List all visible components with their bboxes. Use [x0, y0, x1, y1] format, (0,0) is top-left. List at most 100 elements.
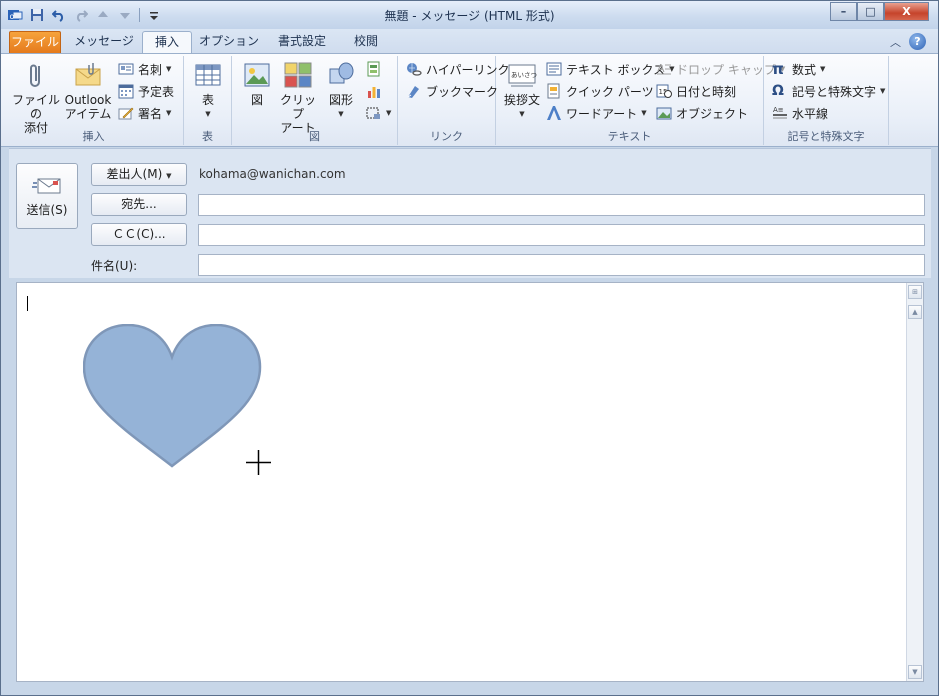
dropdown-arrow-icon: ▼ — [641, 109, 647, 117]
object-label: オブジェクト — [676, 106, 749, 121]
chart-button[interactable] — [366, 82, 382, 100]
group-table-label: 表 — [202, 130, 213, 143]
object-icon — [656, 107, 672, 120]
clipart-button[interactable]: クリップ アート — [276, 60, 320, 135]
signature-button[interactable]: 署名 ▼ — [118, 104, 171, 122]
bookmark-icon — [407, 86, 419, 98]
from-label: 差出人(M) — [106, 167, 163, 181]
quickparts-button[interactable]: クイック パーツ▼ — [546, 82, 663, 100]
horizontal-line-icon: A≡ — [773, 106, 787, 119]
attach-file-button[interactable]: ファイルの 添付 — [10, 60, 62, 135]
subject-label: 件名(U): — [91, 259, 138, 273]
signature-icon — [118, 107, 134, 120]
text-caret — [27, 296, 28, 311]
pi-icon: π — [772, 60, 784, 78]
dropdown-arrow-icon: ▼ — [205, 110, 211, 118]
svg-text:A≡: A≡ — [773, 106, 784, 114]
ribbon: ファイルの 添付 Outlook アイテム 名刺 ▼ 予定表 署名 ▼ 挿入 表… — [1, 53, 938, 147]
group-links-label: リンク — [430, 130, 463, 143]
window-controls: – □ X — [830, 2, 929, 21]
dropcap-label: ドロップ キャップ — [676, 62, 776, 77]
tab-format[interactable]: 書式設定 — [269, 31, 335, 54]
shapes-button[interactable]: 図形 ▼ — [322, 60, 360, 121]
outlook-item-button[interactable]: Outlook アイテム — [62, 60, 114, 121]
outlook-item-label-2: アイテム — [64, 107, 112, 121]
ruler-toggle-icon[interactable]: ⊞ — [908, 285, 922, 299]
group-text-label: テキスト — [607, 130, 652, 143]
help-icon[interactable]: ? — [909, 33, 926, 50]
tab-message[interactable]: メッセージ — [73, 31, 135, 54]
datetime-icon: 15 — [656, 84, 672, 98]
datetime-label: 日付と時刻 — [676, 84, 737, 99]
table-button[interactable]: 表 ▼ — [190, 60, 226, 121]
wordart-button[interactable]: ワードアート ▼ — [546, 104, 647, 122]
ribbon-tabs: ファイル メッセージ 挿入 オプション 書式設定 校閲 ︿ ? — [1, 29, 938, 55]
cc-button[interactable]: ＣＣ(C)... — [91, 223, 187, 246]
datetime-button[interactable]: 15 日付と時刻 — [656, 82, 736, 100]
tab-file[interactable]: ファイル — [9, 31, 61, 54]
wordart-icon — [547, 106, 561, 120]
collapse-ribbon-icon[interactable]: ︿ — [890, 34, 901, 50]
tab-insert[interactable]: 挿入 — [142, 31, 192, 55]
screenshot-icon — [366, 107, 380, 119]
business-card-button[interactable]: 名刺 ▼ — [118, 60, 171, 78]
table-label: 表 — [201, 93, 214, 107]
cc-field[interactable] — [198, 224, 925, 246]
tab-options[interactable]: オプション — [199, 31, 259, 54]
dropdown-arrow-icon: ▼ — [880, 87, 886, 95]
group-illustrations: 図 クリップ アート 図形 ▼ ▼ 図 — [232, 56, 398, 145]
envelope-clip-icon — [75, 63, 101, 86]
to-field[interactable] — [198, 194, 925, 216]
crosshair-cursor-icon — [246, 450, 271, 475]
object-button[interactable]: オブジェクト — [656, 104, 748, 122]
wordart-label: ワードアート — [566, 106, 638, 121]
calendar-button[interactable]: 予定表 — [118, 82, 174, 100]
dropdown-arrow-icon: ▼ — [820, 65, 826, 73]
subject-field[interactable] — [198, 254, 925, 276]
to-button[interactable]: 宛先... — [91, 193, 187, 216]
bookmark-label: ブックマーク — [426, 84, 499, 99]
business-card-label: 名刺 — [138, 62, 163, 77]
svg-text:あいさつ: あいさつ — [511, 71, 537, 79]
outlook-message-window: o 無題 - メッセージ (HTML 形式) – □ X ファイル メッセージ … — [0, 0, 939, 696]
equation-label: 数式 — [792, 62, 817, 77]
dropdown-arrow-icon: ▼ — [519, 110, 525, 118]
maximize-button[interactable]: □ — [857, 2, 884, 21]
group-table: 表 ▼ 表 — [184, 56, 232, 145]
symbol-button[interactable]: Ω 記号と特殊文字 ▼ — [772, 82, 885, 100]
bookmark-button[interactable]: ブックマーク — [406, 82, 498, 100]
window-title: 無題 - メッセージ (HTML 形式) — [384, 9, 555, 23]
hyperlink-button[interactable]: ハイパーリンク — [406, 60, 510, 78]
vertical-scrollbar[interactable]: ⊞ ▲ ▼ — [906, 283, 923, 681]
attach-file-label-1: ファイルの — [11, 93, 60, 121]
clipart-icon — [284, 62, 312, 88]
textbox-icon — [546, 62, 562, 76]
picture-button[interactable]: 図 — [240, 60, 274, 107]
dropcap-icon: A — [657, 62, 671, 75]
from-button[interactable]: 差出人(M) ▼ — [91, 163, 187, 186]
send-button[interactable]: 送信(S) — [16, 163, 78, 229]
close-button[interactable]: X — [884, 2, 929, 21]
horizontal-line-button[interactable]: A≡ 水平線 — [772, 104, 828, 122]
tab-review[interactable]: 校閲 — [345, 31, 387, 54]
equation-button[interactable]: π 数式 ▼ — [772, 60, 825, 78]
screenshot-button[interactable]: ▼ — [366, 104, 391, 122]
greeting-button[interactable]: あいさつ 挨拶文 ▼ — [502, 60, 542, 121]
group-insert-label: 挿入 — [82, 130, 105, 143]
scroll-down-button[interactable]: ▼ — [908, 665, 922, 679]
scroll-up-button[interactable]: ▲ — [908, 305, 922, 319]
shapes-icon — [329, 62, 354, 84]
message-body-editor[interactable]: ⊞ ▲ ▼ — [16, 282, 924, 682]
smartart-button[interactable] — [366, 60, 382, 78]
greeting-label: 挨拶文 — [503, 93, 540, 107]
picture-label: 図 — [250, 93, 263, 107]
heart-shape[interactable] — [83, 324, 263, 469]
business-card-icon — [118, 63, 134, 75]
send-envelope-icon — [32, 178, 61, 193]
from-address: kohama@wanichan.com — [199, 167, 346, 181]
calendar-label: 予定表 — [138, 84, 175, 99]
title-bar: o 無題 - メッセージ (HTML 形式) – □ X — [1, 1, 938, 29]
minimize-button[interactable]: – — [830, 2, 857, 21]
send-label: 送信(S) — [26, 202, 68, 217]
textbox-label: テキスト ボックス — [566, 62, 666, 77]
